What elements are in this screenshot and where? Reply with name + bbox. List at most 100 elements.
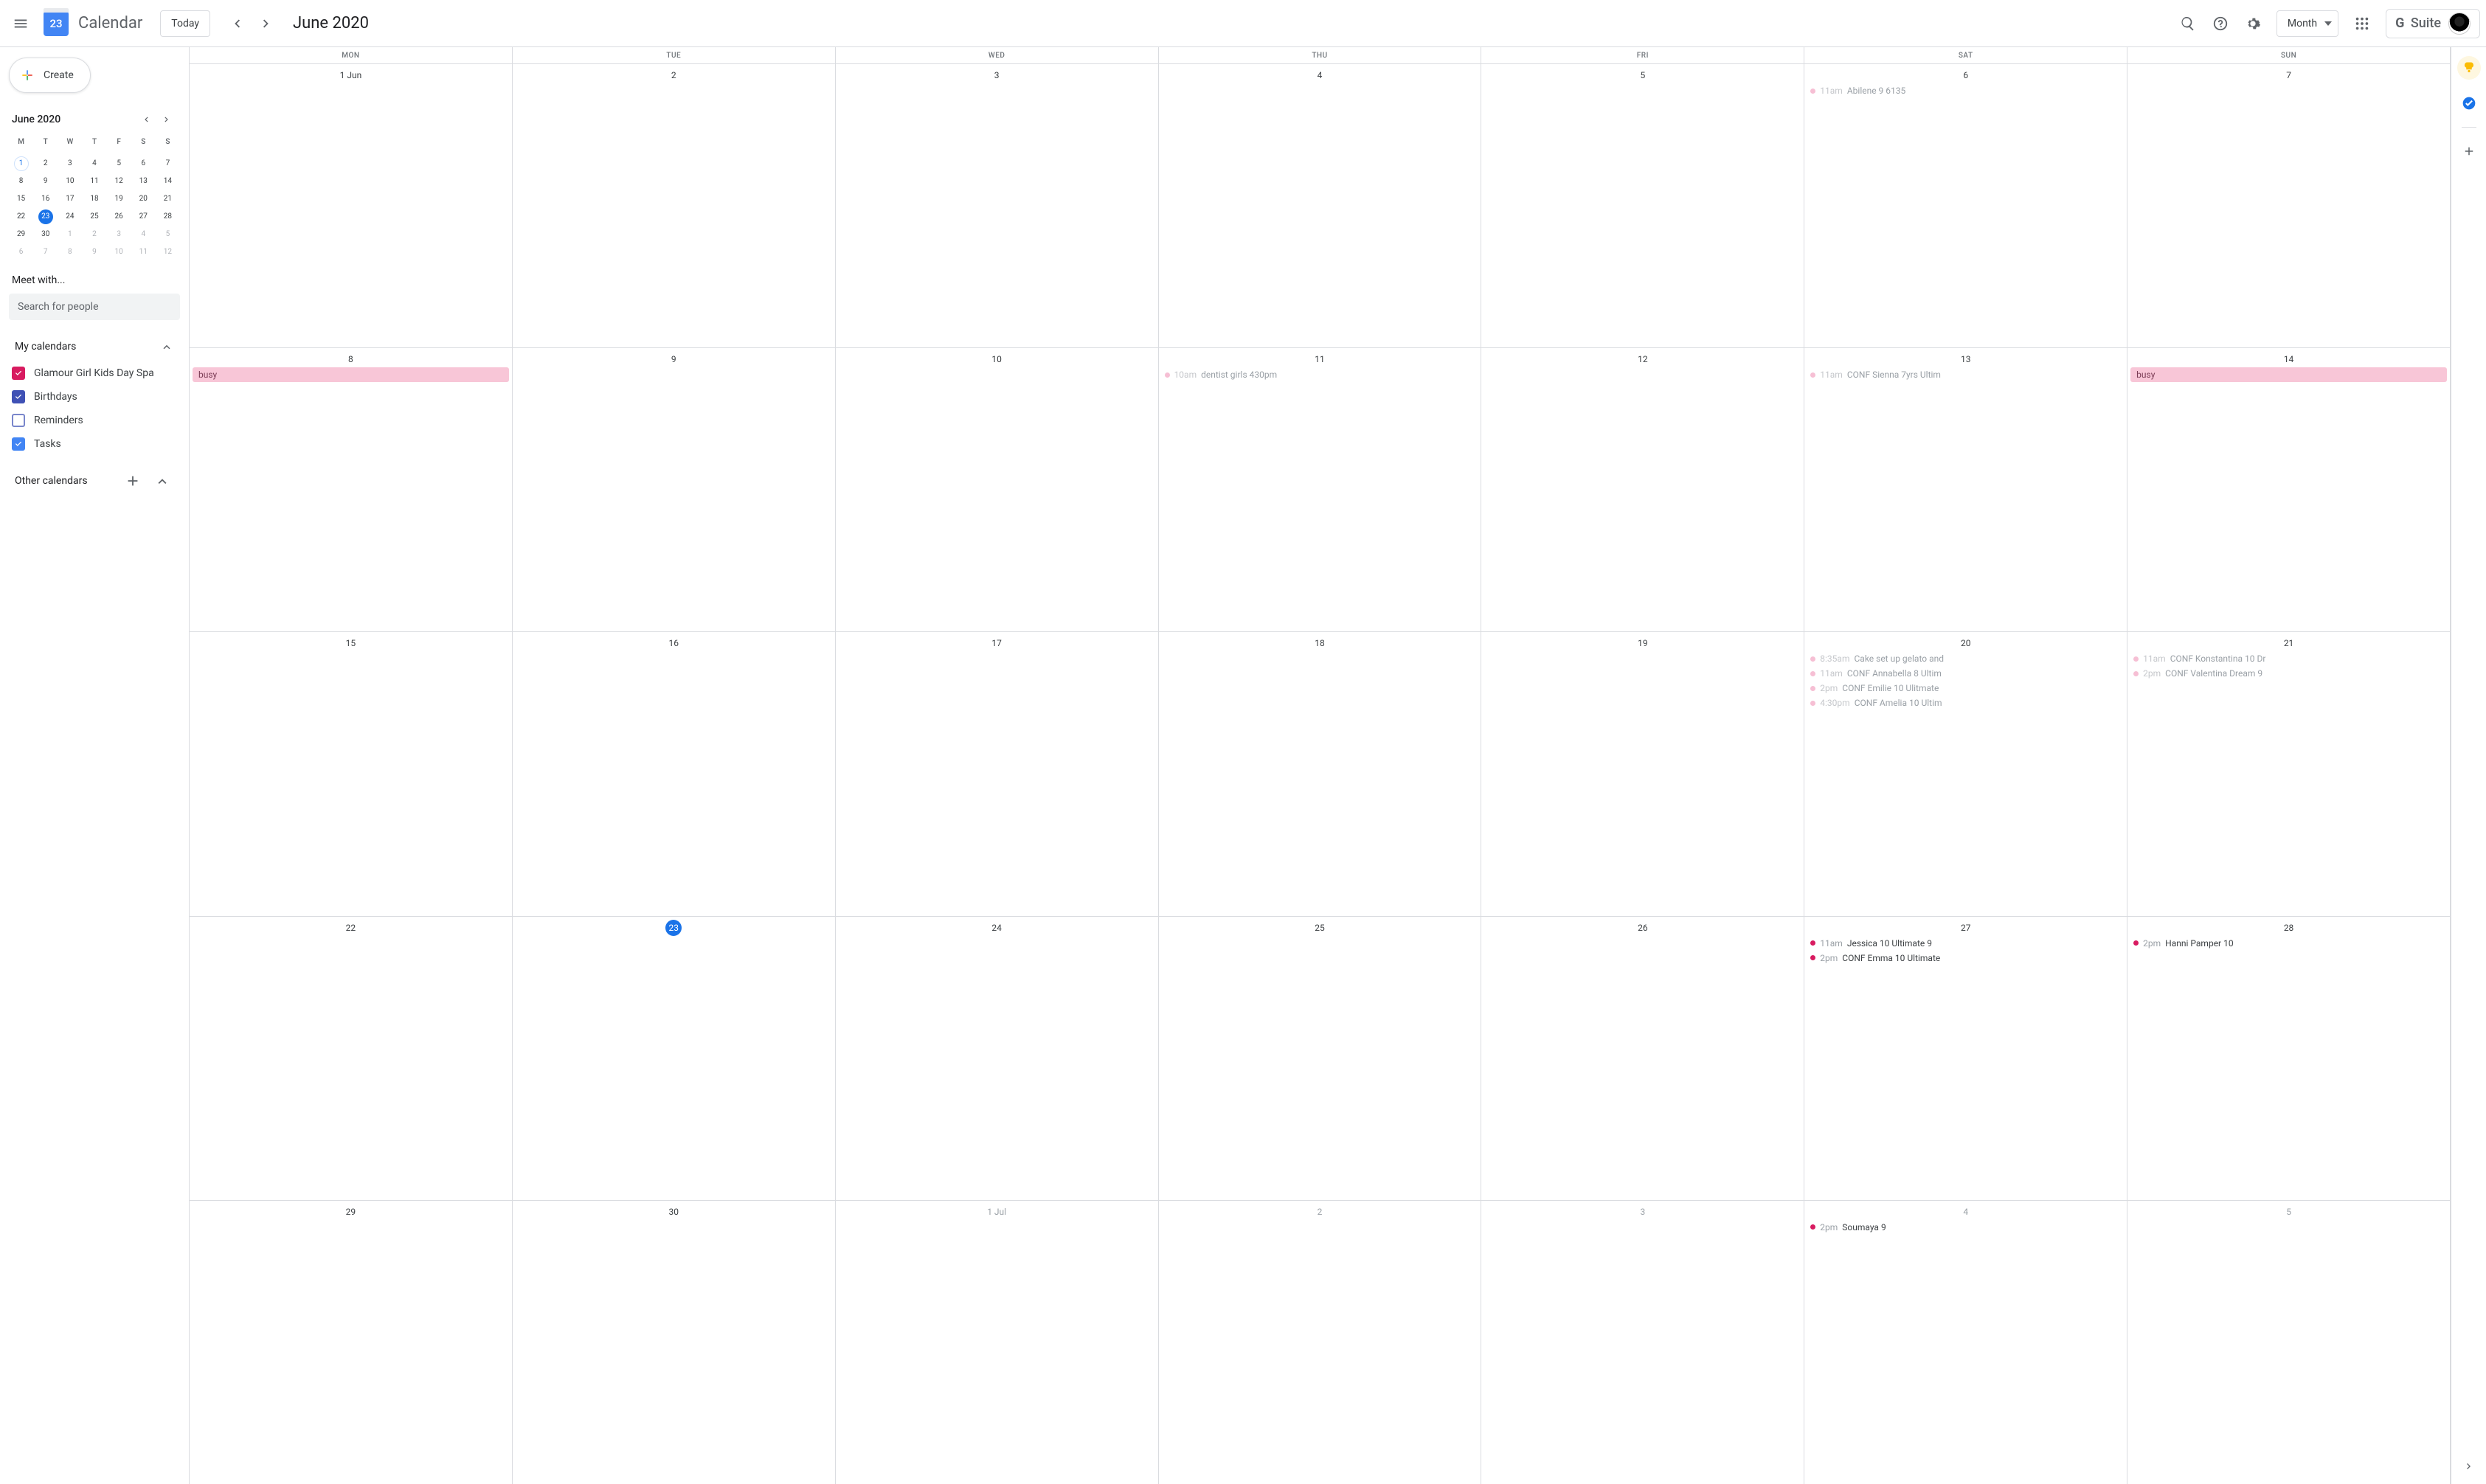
settings-button[interactable] <box>2238 9 2268 38</box>
day-cell[interactable]: 1311amCONF Sienna 7yrs Ultim <box>1804 348 2127 631</box>
create-button[interactable]: Create <box>9 58 91 93</box>
day-number[interactable]: 11 <box>1159 351 1481 367</box>
mini-day[interactable]: 3 <box>107 226 131 243</box>
apps-button[interactable] <box>2347 9 2377 38</box>
day-number[interactable]: 5 <box>2127 1204 2450 1220</box>
day-cell[interactable]: 2111amCONF Konstantina 10 Dr2pmCONF Vale… <box>2127 632 2451 915</box>
mini-day[interactable]: 4 <box>131 226 156 243</box>
mini-day[interactable]: 1 <box>58 226 82 243</box>
day-cell[interactable]: 25 <box>1159 917 1482 1200</box>
next-period-button[interactable] <box>252 9 281 38</box>
mini-day[interactable]: 15 <box>9 190 33 208</box>
mini-day[interactable]: 9 <box>82 243 106 261</box>
event-chip[interactable]: 11amJessica 10 Ultimate 9 <box>1807 936 2124 951</box>
day-number[interactable]: 20 <box>1804 635 2127 651</box>
keep-addon-button[interactable] <box>2457 56 2481 80</box>
calendar-item[interactable]: Glamour Girl Kids Day Spa <box>9 361 180 385</box>
mini-day[interactable]: 4 <box>82 155 106 173</box>
day-number[interactable]: 9 <box>513 351 835 367</box>
mini-day[interactable]: 26 <box>107 208 131 226</box>
other-calendars-header[interactable]: Other calendars <box>9 466 180 496</box>
day-number[interactable]: 24 <box>836 920 1158 936</box>
day-cell[interactable]: 7 <box>2127 64 2451 347</box>
day-number[interactable]: 19 <box>1481 635 1804 651</box>
calendar-item[interactable]: Birthdays <box>9 385 180 409</box>
day-number[interactable]: 12 <box>1481 351 1804 367</box>
mini-day[interactable]: 10 <box>58 173 82 190</box>
mini-day[interactable]: 7 <box>156 155 180 173</box>
collapse-my-calendars-button[interactable] <box>156 336 177 357</box>
day-number[interactable]: 6 <box>1804 67 2127 83</box>
event-chip[interactable]: 11amAbilene 9 6135 <box>1807 83 2124 98</box>
mini-day[interactable]: 6 <box>131 155 156 173</box>
mini-day[interactable]: 5 <box>156 226 180 243</box>
event-chip[interactable]: 2pmCONF Emma 10 Ultimate <box>1807 951 2124 965</box>
calendar-checkbox[interactable] <box>12 414 25 427</box>
day-cell[interactable]: 17 <box>836 632 1159 915</box>
day-cell[interactable]: 14busy <box>2127 348 2451 631</box>
mini-day[interactable]: 25 <box>82 208 106 226</box>
mini-next-button[interactable] <box>156 109 177 130</box>
event-chip[interactable]: 2pmHanni Pamper 10 <box>2130 936 2447 951</box>
day-number[interactable]: 17 <box>836 635 1158 651</box>
day-cell[interactable]: 1 Jun <box>190 64 513 347</box>
day-cell[interactable]: 8busy <box>190 348 513 631</box>
mini-day[interactable]: 2 <box>33 155 58 173</box>
prev-period-button[interactable] <box>222 9 252 38</box>
mini-day[interactable]: 10 <box>107 243 131 261</box>
event-chip[interactable]: 11amCONF Annabella 8 Ultim <box>1807 666 2124 681</box>
mini-day[interactable]: 27 <box>131 208 156 226</box>
day-number[interactable]: 5 <box>1481 67 1804 83</box>
view-selector[interactable]: Month <box>2276 10 2338 37</box>
mini-day[interactable]: 1 <box>9 155 33 173</box>
event-chip[interactable]: busy <box>2130 367 2447 382</box>
day-number[interactable]: 14 <box>2127 351 2450 367</box>
mini-day[interactable]: 20 <box>131 190 156 208</box>
mini-day[interactable]: 23 <box>33 208 58 226</box>
day-number[interactable]: 26 <box>1481 920 1804 936</box>
day-cell[interactable]: 26 <box>1481 917 1804 1200</box>
add-other-calendar-button[interactable] <box>118 466 148 496</box>
mini-day[interactable]: 14 <box>156 173 180 190</box>
get-addons-button[interactable] <box>2457 139 2481 163</box>
day-cell[interactable]: 10 <box>836 348 1159 631</box>
search-people-input[interactable]: Search for people <box>9 294 180 320</box>
day-cell[interactable]: 24 <box>836 917 1159 1200</box>
event-chip[interactable]: 4:30pmCONF Amelia 10 Ultim <box>1807 696 2124 710</box>
day-cell[interactable]: 1 Jul <box>836 1201 1159 1484</box>
main-menu-button[interactable] <box>6 9 35 38</box>
day-number[interactable]: 23 <box>513 920 835 936</box>
mini-day[interactable]: 7 <box>33 243 58 261</box>
day-number[interactable]: 22 <box>190 920 512 936</box>
day-number[interactable]: 1 Jul <box>836 1204 1158 1220</box>
my-calendars-header[interactable]: My calendars <box>9 336 180 357</box>
day-cell[interactable]: 4 <box>1159 64 1482 347</box>
hide-side-panel-button[interactable] <box>2459 1456 2479 1477</box>
tasks-addon-button[interactable] <box>2457 91 2481 115</box>
day-number[interactable]: 4 <box>1159 67 1481 83</box>
mini-day[interactable]: 12 <box>107 173 131 190</box>
day-cell[interactable]: 19 <box>1481 632 1804 915</box>
mini-day[interactable]: 13 <box>131 173 156 190</box>
event-chip[interactable]: 2pmSoumaya 9 <box>1807 1220 2124 1235</box>
day-number[interactable]: 7 <box>2127 67 2450 83</box>
day-cell[interactable]: 18 <box>1159 632 1482 915</box>
day-number[interactable]: 30 <box>513 1204 835 1220</box>
day-cell[interactable]: 208:35amCake set up gelato and11amCONF A… <box>1804 632 2127 915</box>
mini-day[interactable]: 30 <box>33 226 58 243</box>
calendar-item[interactable]: Tasks <box>9 432 180 456</box>
mini-day[interactable]: 28 <box>156 208 180 226</box>
day-cell[interactable]: 30 <box>513 1201 836 1484</box>
day-number[interactable]: 10 <box>836 351 1158 367</box>
day-cell[interactable]: 15 <box>190 632 513 915</box>
gsuite-badge[interactable]: G Suite <box>2386 9 2480 38</box>
day-number[interactable]: 13 <box>1804 351 2127 367</box>
search-button[interactable] <box>2173 9 2203 38</box>
day-number[interactable]: 4 <box>1804 1204 2127 1220</box>
day-number[interactable]: 18 <box>1159 635 1481 651</box>
mini-day[interactable]: 22 <box>9 208 33 226</box>
support-button[interactable] <box>2206 9 2235 38</box>
mini-day[interactable]: 9 <box>33 173 58 190</box>
mini-day[interactable]: 2 <box>82 226 106 243</box>
event-chip[interactable]: 2pmCONF Valentina Dream 9 <box>2130 666 2447 681</box>
